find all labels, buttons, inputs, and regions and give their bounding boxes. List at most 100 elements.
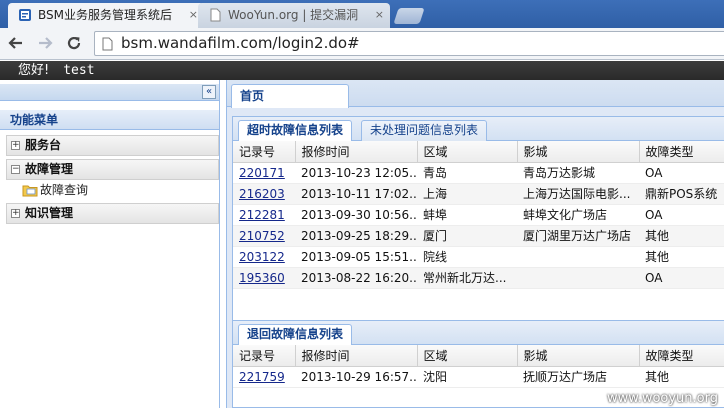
fault-type-cell: OA [639,162,724,184]
greeting-text: 您好! [18,63,50,78]
table-row[interactable]: 220171 2013-10-23 12:05... 青岛 青岛万达影城 OA [233,162,724,184]
record-link[interactable]: 203122 [239,250,285,264]
browser-tab-wooyun[interactable]: WooYun.org | 提交漏洞 × [198,3,390,28]
region-cell: 院线 [417,246,517,268]
cinema-cell: 青岛万达影城 [517,162,639,184]
sidebar-group-label: 故障管理 [25,162,74,176]
record-link[interactable]: 212281 [239,208,285,222]
column-header[interactable]: 记录号 [233,345,296,367]
report-time-cell: 2013-10-11 17:02... [295,183,417,205]
reload-icon [67,36,81,50]
close-tab-icon[interactable]: × [189,3,198,27]
collapse-icon[interactable]: « [202,85,216,99]
reload-icon[interactable] [62,31,86,55]
column-header[interactable]: 区域 [417,141,518,163]
cinema-cell: 抚顺万达广场店 [517,366,639,388]
fault-list-panel: 超时故障信息列表 未处理问题信息列表 记录号 报修时间 区域 影城 故障类型 2… [232,116,724,350]
document-icon [210,8,221,22]
region-cell: 上海 [417,183,517,205]
record-id-cell: 210752 [233,225,295,247]
region-cell: 沈阳 [417,366,517,388]
record-link[interactable]: 221759 [239,370,285,384]
region-cell: 常州新北万达... [417,267,517,289]
fault-type-cell: OA [639,267,724,289]
address-bar[interactable]: bsm.wandafilm.com/login2.do# [94,31,724,56]
report-time-cell: 2013-09-25 18:29... [295,225,417,247]
browser-tab-bsm[interactable]: BSM业务服务管理系统后 × [8,3,204,28]
report-time-cell: 2013-09-05 15:51... [295,246,417,268]
column-header[interactable]: 区域 [417,345,518,367]
sidebar: « 功能菜单 + 服务台 − 故障管理 故障查询 + 知识管理 [0,80,220,408]
fault-type-cell: 其他 [639,225,724,247]
app-header: 您好! test [0,61,724,80]
record-id-cell: 203122 [233,246,295,268]
report-time-cell: 2013-10-29 16:57... [295,366,417,388]
sidebar-item-label: 故障查询 [40,183,89,197]
menu-title: 功能菜单 [0,110,219,130]
table-row[interactable]: 216203 2013-10-11 17:02... 上海 上海万达国际电影..… [233,183,724,205]
record-link[interactable]: 195360 [239,271,285,285]
column-header[interactable]: 故障类型 [639,141,724,163]
record-link[interactable]: 220171 [239,166,285,180]
record-id-cell: 195360 [233,267,295,289]
column-header[interactable]: 影城 [517,345,640,367]
record-id-cell: 212281 [233,204,295,226]
fault-type-cell: 其他 [639,246,724,268]
close-tab-icon[interactable]: × [375,3,384,27]
column-header[interactable]: 影城 [517,141,640,163]
table-header-row: 记录号 报修时间 区域 影城 故障类型 [233,141,724,163]
forward-arrow-icon [39,37,53,49]
back-arrow-icon [8,37,22,49]
sidebar-group-service-desk[interactable]: + 服务台 [6,135,219,156]
tab-unhandled-issues[interactable]: 未处理问题信息列表 [361,120,488,141]
browser-toolbar: bsm.wandafilm.com/login2.do# [0,28,724,60]
fault-type-cell: 其他 [639,366,724,388]
browser-tab-title: WooYun.org | 提交漏洞 [228,8,359,22]
record-id-cell: 216203 [233,183,295,205]
sidebar-group-knowledge-management[interactable]: + 知识管理 [6,203,219,224]
forward-arrow-icon[interactable] [33,31,57,55]
record-link[interactable]: 216203 [239,187,285,201]
timeout-fault-table: 记录号 报修时间 区域 影城 故障类型 220171 2013-10-23 12… [233,141,724,289]
expand-icon[interactable]: + [11,141,20,150]
sidebar-group-fault-management[interactable]: − 故障管理 [6,159,219,180]
cinema-cell: 上海万达国际电影... [517,183,639,205]
cinema-cell [517,267,639,289]
region-cell: 蚌埠 [417,204,517,226]
fault-type-cell: OA [639,204,724,226]
tab-home[interactable]: 首页 [231,84,349,108]
record-id-cell: 221759 [233,366,295,388]
column-header[interactable]: 记录号 [233,141,296,163]
table-header-row: 记录号 报修时间 区域 影城 故障类型 [233,345,724,367]
column-header[interactable]: 报修时间 [295,345,418,367]
new-tab-button[interactable] [393,8,425,24]
region-cell: 厦门 [417,225,517,247]
fault-list-tabs: 超时故障信息列表 未处理问题信息列表 [233,117,724,141]
watermark: www.wooyun.org [606,391,718,406]
table-row[interactable]: 221759 2013-10-29 16:57... 沈阳 抚顺万达广场店 其他 [233,366,724,388]
tab-timeout-faults[interactable]: 超时故障信息列表 [238,120,353,141]
table-row[interactable]: 195360 2013-08-22 16:20... 常州新北万达... OA [233,267,724,289]
browser-tab-title: BSM业务服务管理系统后 [38,8,172,22]
fault-type-cell: 鼎新POS系统 [639,183,724,205]
cinema-cell: 蚌埠文化广场店 [517,204,639,226]
table-row[interactable]: 212281 2013-09-30 10:56... 蚌埠 蚌埠文化广场店 OA [233,204,724,226]
region-cell: 青岛 [417,162,517,184]
table-row[interactable]: 210752 2013-09-25 18:29... 厦门 厦门湖里万达广场店 … [233,225,724,247]
expand-icon[interactable]: + [11,209,20,218]
returned-fault-tabs: 退回故障信息列表 [233,321,724,345]
page-favicon-icon [19,9,31,21]
record-link[interactable]: 210752 [239,229,285,243]
column-header[interactable]: 故障类型 [639,345,724,367]
record-id-cell: 220171 [233,162,295,184]
tab-returned-faults[interactable]: 退回故障信息列表 [238,324,353,345]
back-arrow-icon[interactable] [4,31,28,55]
sidebar-item-fault-query[interactable]: 故障查询 [22,181,88,199]
collapse-group-icon[interactable]: − [11,165,20,174]
table-row[interactable]: 203122 2013-09-05 15:51... 院线 其他 [233,246,724,268]
main-tabbar: 首页 [227,80,724,108]
sidebar-collapse-bar: « [0,84,219,101]
page-icon [102,37,113,51]
sidebar-group-label: 知识管理 [25,206,74,220]
column-header[interactable]: 报修时间 [295,141,418,163]
